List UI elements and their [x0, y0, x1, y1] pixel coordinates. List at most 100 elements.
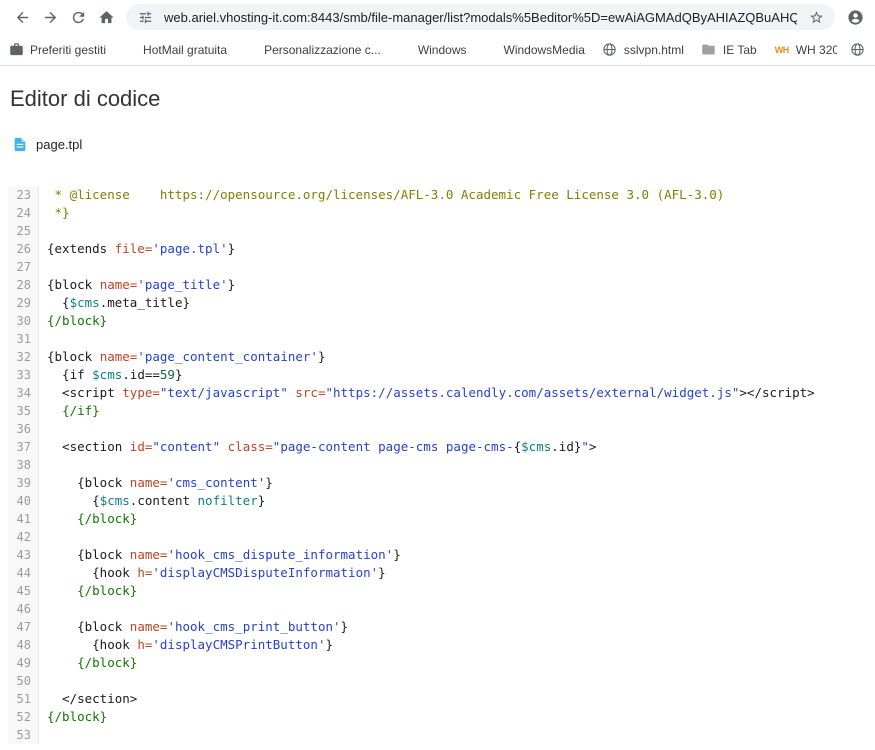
reload-icon[interactable]	[64, 3, 92, 31]
line-number: 45	[8, 582, 39, 600]
line-number: 24	[8, 204, 39, 222]
bookmark-label: Personalizzazione c...	[264, 42, 381, 57]
code-line[interactable]: {block name='hook_cms_dispute_informatio…	[39, 546, 401, 564]
globe-icon[interactable]	[849, 42, 865, 58]
bookmark-star-icon[interactable]	[805, 6, 827, 28]
code-line[interactable]: {/block}	[39, 654, 137, 672]
url-text[interactable]: web.ariel.vhosting-it.com:8443/smb/file-…	[164, 10, 797, 25]
code-line[interactable]: </section>	[39, 690, 137, 708]
code-line[interactable]	[39, 456, 55, 474]
code-line[interactable]: {/block}	[39, 708, 107, 726]
file-row: page.tpl	[12, 134, 875, 154]
bookmarks-bar: Preferiti gestiti HotMail gratuita Persona…	[0, 34, 875, 66]
file-manager-editor-page: Editor di codice page.tpl 23 * @license …	[0, 86, 875, 744]
line-number: 53	[8, 726, 39, 744]
bookmark-item[interactable]: Personalizzazione c...	[244, 43, 381, 57]
code-line[interactable]	[39, 600, 55, 618]
bookmark-item[interactable]: Windows	[398, 43, 467, 57]
bookmark-item[interactable]: WindowsMedia	[484, 43, 585, 57]
wh-favicon-icon: WH	[774, 44, 790, 55]
microsoft-logo-icon	[123, 43, 137, 57]
line-number: 26	[8, 240, 39, 258]
code-line[interactable]	[39, 672, 55, 690]
bookmark-label: WindowsMedia	[503, 42, 585, 57]
line-number: 39	[8, 474, 39, 492]
bookmark-label: WH 32020694 54679997	[795, 42, 837, 57]
line-number: 42	[8, 528, 39, 546]
line-number: 48	[8, 636, 39, 654]
address-bar[interactable]: web.ariel.vhosting-it.com:8443/smb/file-…	[126, 4, 835, 30]
code-line[interactable]	[39, 528, 55, 546]
profile-icon[interactable]	[841, 3, 869, 31]
folder-icon	[701, 42, 717, 58]
line-number: 51	[8, 690, 39, 708]
line-number: 33	[8, 366, 39, 384]
code-line[interactable]: * @license https://opensource.org/licens…	[39, 186, 725, 204]
back-icon[interactable]	[8, 3, 36, 31]
code-line[interactable]: {/if}	[39, 402, 100, 420]
forward-icon[interactable]	[36, 3, 64, 31]
bookmark-label: Preferiti gestiti	[30, 42, 107, 57]
line-number: 44	[8, 564, 39, 582]
code-line[interactable]	[39, 420, 55, 438]
line-number: 47	[8, 618, 39, 636]
microsoft-logo-icon	[484, 43, 498, 57]
browser-toolbar: web.ariel.vhosting-it.com:8443/smb/file-…	[0, 0, 875, 34]
code-line[interactable]: {/block}	[39, 582, 137, 600]
line-number: 37	[8, 438, 39, 456]
code-line[interactable]: <section id="content" class="page-conten…	[39, 438, 596, 456]
bookmark-item[interactable]: IE Tab	[701, 42, 757, 58]
line-number: 29	[8, 294, 39, 312]
code-line[interactable]	[39, 258, 55, 276]
code-line[interactable]: {block name='page_title'}	[39, 276, 235, 294]
home-icon[interactable]	[92, 3, 120, 31]
globe-icon	[602, 42, 618, 58]
code-line[interactable]: {extends file='page.tpl'}	[39, 240, 235, 258]
bookmark-label: sslvpn.html	[623, 42, 684, 57]
code-line[interactable]	[39, 330, 55, 348]
bookmark-label: HotMail gratuita	[143, 42, 228, 57]
bookmark-item[interactable]: Preferiti gestiti	[8, 42, 106, 58]
page-title: Editor di codice	[10, 86, 161, 111]
file-icon	[12, 136, 28, 153]
microsoft-logo-icon	[398, 43, 412, 57]
line-number: 31	[8, 330, 39, 348]
file-name: page.tpl	[36, 136, 83, 152]
microsoft-logo-icon	[244, 43, 258, 57]
line-number: 28	[8, 276, 39, 294]
line-number: 23	[8, 186, 39, 204]
line-number: 35	[8, 402, 39, 420]
code-line[interactable]: {$cms.content nofilter}	[39, 492, 265, 510]
bookmarks-list: Preferiti gestiti HotMail gratuita Persona…	[8, 42, 837, 58]
line-number: 40	[8, 492, 39, 510]
code-line[interactable]: {hook h='displayCMSDisputeInformation'}	[39, 564, 386, 582]
bookmark-item[interactable]: WH WH 32020694 54679997	[774, 42, 837, 58]
code-line[interactable]: {/block}	[39, 312, 107, 330]
code-lines: 23 * @license https://opensource.org/lic…	[8, 186, 875, 744]
code-line[interactable]: {block name='cms_content'}	[39, 474, 273, 492]
site-info-icon[interactable]	[134, 6, 156, 28]
code-line[interactable]	[39, 222, 55, 240]
code-line[interactable]: *}	[39, 204, 70, 222]
line-number: 49	[8, 654, 39, 672]
line-number: 43	[8, 546, 39, 564]
code-line[interactable]: {$cms.meta_title}	[39, 294, 190, 312]
bookmark-item[interactable]: sslvpn.html	[602, 42, 684, 58]
code-editor[interactable]: 23 * @license https://opensource.org/lic…	[8, 186, 875, 744]
bookmark-item[interactable]: HotMail gratuita	[123, 43, 227, 57]
line-number: 38	[8, 456, 39, 474]
line-number: 52	[8, 708, 39, 726]
line-number: 41	[8, 510, 39, 528]
code-line[interactable]: {/block}	[39, 510, 137, 528]
code-line[interactable]: {hook h='displayCMSPrintButton'}	[39, 636, 333, 654]
bookmark-label: Windows	[417, 42, 467, 57]
code-line[interactable]: {if $cms.id==59}	[39, 366, 182, 384]
line-number: 25	[8, 222, 39, 240]
code-line[interactable]: {block name='hook_cms_print_button'}	[39, 618, 348, 636]
code-line[interactable]	[39, 726, 55, 744]
code-line[interactable]: <script type="text/javascript" src="http…	[39, 384, 815, 402]
line-number: 34	[8, 384, 39, 402]
code-line[interactable]: {block name='page_content_container'}	[39, 348, 325, 366]
line-number: 30	[8, 312, 39, 330]
bookmark-label: IE Tab	[722, 42, 757, 57]
